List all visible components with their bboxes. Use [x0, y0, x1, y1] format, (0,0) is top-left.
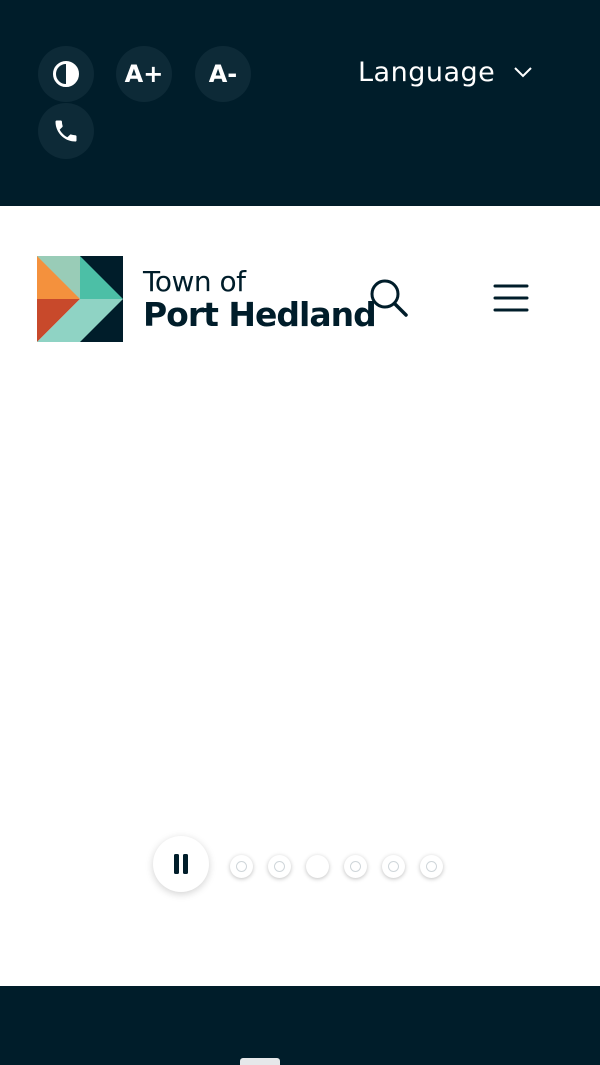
logo-text-line1: Town of — [143, 264, 246, 298]
increase-text-label: A+ — [124, 60, 164, 88]
language-select[interactable]: Language — [358, 52, 538, 92]
carousel-dot[interactable] — [306, 855, 329, 878]
increase-text-size-button[interactable]: A+ — [116, 46, 172, 102]
carousel-dot-indicator — [236, 861, 247, 872]
logo-text-line2: Port Hedland — [143, 294, 377, 334]
phone-button[interactable] — [38, 103, 94, 159]
carousel-dot-indicator — [426, 861, 437, 872]
decrease-text-label: A- — [208, 60, 238, 88]
carousel-dot[interactable] — [344, 855, 367, 878]
carousel-dot-indicator — [274, 861, 285, 872]
carousel-dot[interactable] — [382, 855, 405, 878]
decrease-text-size-button[interactable]: A- — [195, 46, 251, 102]
carousel-dot-indicator — [350, 861, 361, 872]
contrast-icon — [53, 61, 79, 87]
carousel-dot[interactable] — [420, 855, 443, 878]
site-logo-link[interactable]: Town of Port Hedland — [37, 254, 377, 344]
utility-bar: A+ A- Language — [0, 0, 600, 206]
hamburger-menu-icon — [493, 284, 529, 312]
carousel-dot-indicator — [388, 861, 399, 872]
search-icon — [370, 279, 408, 317]
footer-section — [0, 986, 600, 1065]
site-header: Town of Port Hedland — [0, 206, 600, 386]
menu-button[interactable] — [489, 276, 533, 320]
carousel-dot-indicator — [312, 861, 323, 872]
pause-icon — [174, 854, 188, 874]
carousel-pagination — [230, 855, 443, 878]
logo-mark-icon — [37, 256, 123, 342]
contrast-toggle-button[interactable] — [38, 46, 94, 102]
chevron-down-icon — [513, 62, 533, 82]
footer-content-peek — [240, 1058, 280, 1065]
carousel-dot[interactable] — [268, 855, 291, 878]
hero-carousel — [0, 386, 600, 986]
search-button[interactable] — [367, 276, 411, 320]
phone-icon — [55, 120, 77, 142]
logo-text: Town of Port Hedland — [143, 264, 377, 334]
carousel-dot[interactable] — [230, 855, 253, 878]
carousel-pause-button[interactable] — [153, 836, 209, 892]
language-label: Language — [358, 56, 496, 88]
